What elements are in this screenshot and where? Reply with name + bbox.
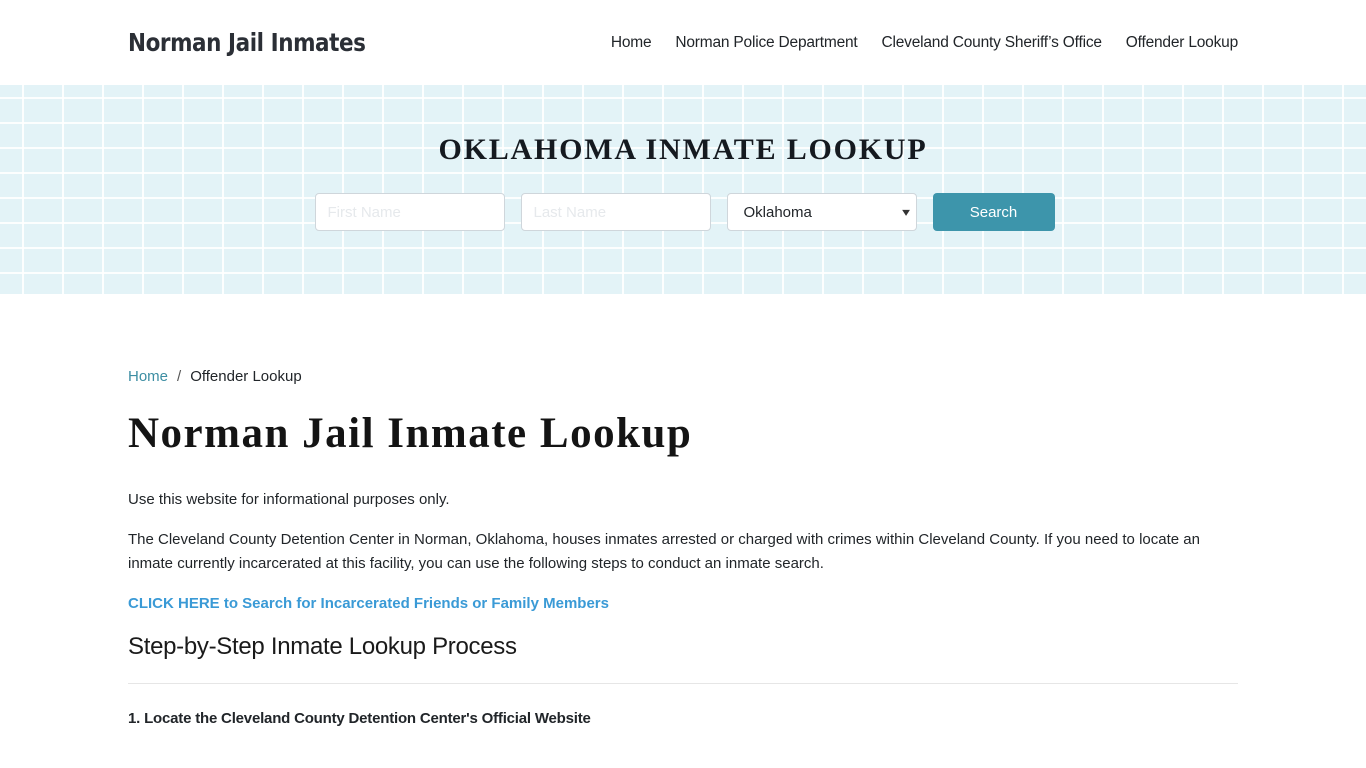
first-name-input[interactable]	[314, 193, 505, 231]
nav-home[interactable]: Home	[611, 34, 652, 52]
breadcrumb-current: Offender Lookup	[190, 368, 302, 385]
section-title: Step-by-Step Inmate Lookup Process	[128, 633, 517, 660]
inmate-search-form: Oklahoma ▾ Search	[0, 193, 1366, 231]
site-logo[interactable]: Norman Jail Inmates	[128, 28, 366, 57]
state-select[interactable]: Oklahoma ▾	[726, 193, 917, 231]
intro-text: Use this website for informational purpo…	[128, 491, 450, 508]
page-title: Norman Jail Inmate Lookup	[128, 410, 693, 457]
step-1-title: 1. Locate the Cleveland County Detention…	[128, 710, 591, 727]
last-name-input[interactable]	[520, 193, 711, 231]
search-button[interactable]: Search	[932, 193, 1055, 231]
breadcrumb-separator: /	[177, 368, 182, 385]
breadcrumb: Home / Offender Lookup	[128, 368, 1238, 385]
section-divider	[128, 683, 1238, 684]
search-inmates-cta-link[interactable]: CLICK HERE to Search for Incarcerated Fr…	[128, 592, 1238, 616]
nav-norman-police-department[interactable]: Norman Police Department	[675, 34, 857, 52]
nav-cleveland-county-sheriffs-office[interactable]: Cleveland County Sheriff’s Office	[882, 34, 1102, 52]
state-select-value: Oklahoma	[743, 203, 812, 221]
breadcrumb-home[interactable]: Home	[128, 368, 168, 385]
hero-title: OKLAHOMA INMATE LOOKUP	[438, 133, 928, 166]
description-text: The Cleveland County Detention Center in…	[128, 531, 1200, 572]
chevron-down-icon: ▾	[902, 205, 911, 219]
nav-offender-lookup[interactable]: Offender Lookup	[1126, 34, 1238, 52]
main-nav: Home Norman Police Department Cleveland …	[611, 34, 1238, 52]
site-header: Norman Jail Inmates Home Norman Police D…	[0, 0, 1366, 85]
main-content: Home / Offender Lookup Norman Jail Inmat…	[0, 368, 1366, 727]
hero-search-banner: OKLAHOMA INMATE LOOKUP Oklahoma ▾ Search	[0, 85, 1366, 294]
